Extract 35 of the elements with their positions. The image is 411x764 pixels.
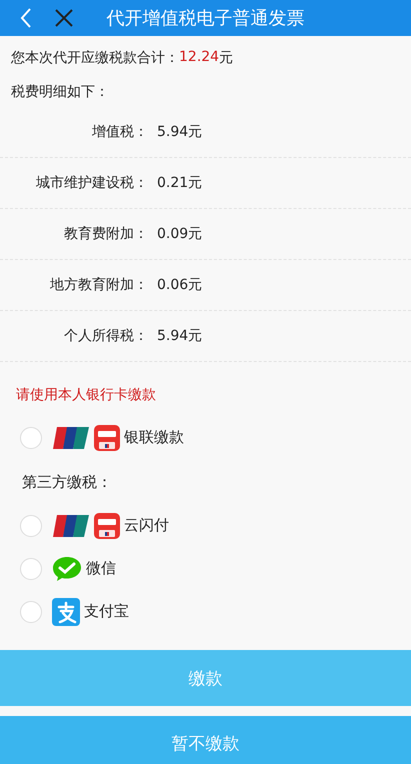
chat-bubble-icon	[52, 556, 82, 582]
tax-label: 增值税：	[91, 123, 148, 141]
tax-value: 5.94元	[157, 327, 202, 345]
pay-button[interactable]: 缴款	[0, 650, 411, 706]
bank-notice: 请使用本人银行卡缴款	[16, 387, 156, 403]
tax-label: 教育费附加：	[63, 225, 148, 243]
tax-value: 0.21元	[157, 174, 202, 192]
option-label: 银联缴款	[124, 428, 184, 447]
currency-unit: 元	[219, 49, 234, 68]
option-label: 云闪付	[124, 516, 169, 535]
skip-button[interactable]: 暂不缴款	[0, 716, 411, 764]
card-logo-icon	[52, 426, 90, 450]
payment-app-icon	[94, 512, 120, 538]
option-label: 支付宝	[84, 602, 129, 621]
close-icon	[54, 8, 74, 28]
tax-label: 城市维护建设税：	[35, 174, 148, 192]
tax-value: 0.06元	[157, 276, 202, 294]
radio-button[interactable]	[20, 600, 42, 622]
details-heading: 税费明细如下：	[11, 84, 109, 100]
tax-value: 5.94元	[157, 123, 202, 141]
radio-button[interactable]	[20, 426, 42, 448]
card-logo-icon	[52, 514, 90, 538]
total-label: 您本次代开应缴税款合计：	[11, 49, 179, 68]
tax-label: 地方教育附加：	[49, 276, 148, 294]
total-amount: 12.24	[179, 49, 220, 67]
tax-value: 0.09元	[157, 225, 202, 243]
tax-label: 个人所得税：	[63, 327, 148, 345]
option-label: 微信	[86, 559, 116, 578]
back-icon	[20, 8, 32, 28]
radio-button[interactable]	[20, 558, 42, 580]
radio-button[interactable]	[20, 514, 42, 536]
page-title: 代开增值税电子普通发票	[106, 7, 304, 30]
section-heading: 第三方缴税：	[22, 473, 112, 491]
payment-app-icon	[52, 598, 80, 626]
payment-app-icon	[94, 424, 120, 450]
